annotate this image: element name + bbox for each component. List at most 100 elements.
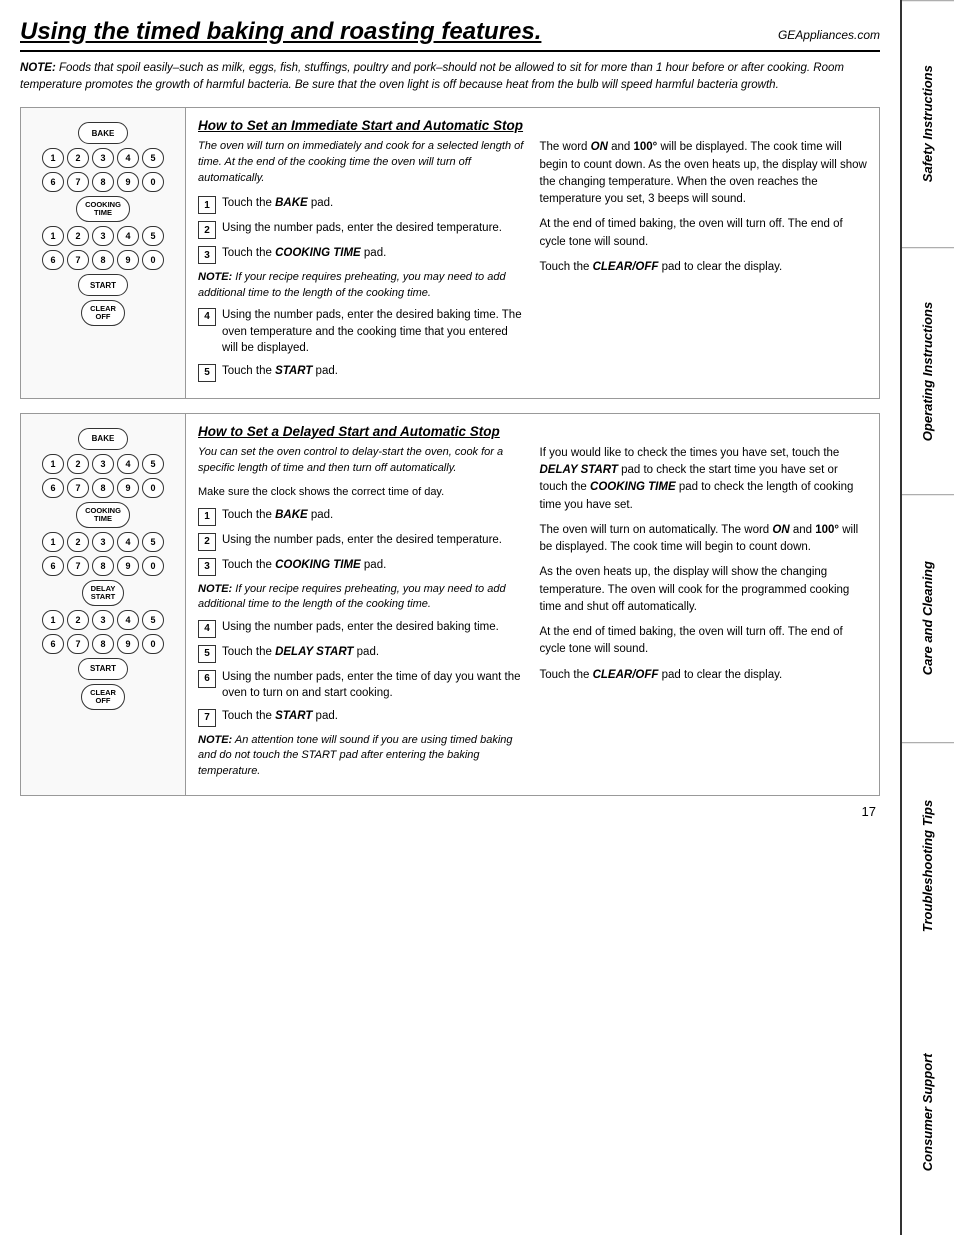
key-9[interactable]: 9 bbox=[117, 172, 139, 192]
key-row-3-bot: 6 7 8 9 0 bbox=[42, 478, 164, 498]
key-7e[interactable]: 7 bbox=[67, 634, 89, 654]
section2-right-p5: Touch the CLEAR/OFF pad to clear the dis… bbox=[540, 667, 868, 684]
key-8d[interactable]: 8 bbox=[92, 556, 114, 576]
sidebar-item-safety[interactable]: Safety Instructions bbox=[902, 0, 954, 247]
cooking-time-key-1[interactable]: COOKING TIME bbox=[76, 196, 130, 222]
section2-right-p2: The oven will turn on automatically. The… bbox=[540, 522, 868, 557]
key-0b[interactable]: 0 bbox=[142, 250, 164, 270]
key-9d[interactable]: 9 bbox=[117, 556, 139, 576]
section2-left: You can set the oven control to delay-st… bbox=[198, 445, 526, 785]
sidebar-item-operating[interactable]: Operating Instructions bbox=[902, 247, 954, 494]
bake-key-2[interactable]: BAKE bbox=[78, 428, 128, 450]
keypad-panel-2: BAKE 1 2 3 4 5 6 7 8 9 0 COOKING TIME bbox=[21, 414, 186, 795]
key-1d[interactable]: 1 bbox=[42, 532, 64, 552]
bake-key-1[interactable]: BAKE bbox=[78, 122, 128, 144]
key-5b[interactable]: 5 bbox=[142, 226, 164, 246]
key-0e[interactable]: 0 bbox=[142, 634, 164, 654]
key-1b[interactable]: 1 bbox=[42, 226, 64, 246]
step-text-2-2: Using the number pads, enter the desired… bbox=[222, 532, 502, 549]
step-num-1-2: 2 bbox=[198, 221, 216, 239]
note-text: Foods that spoil easily–such as milk, eg… bbox=[20, 62, 844, 91]
delay-start-key[interactable]: DELAY START bbox=[82, 580, 125, 606]
key-8e[interactable]: 8 bbox=[92, 634, 114, 654]
section1-intro: The oven will turn on immediately and co… bbox=[198, 139, 526, 187]
key-7[interactable]: 7 bbox=[67, 172, 89, 192]
key-3d[interactable]: 3 bbox=[92, 532, 114, 552]
section2-note-mid: NOTE: If your recipe requires preheating… bbox=[198, 582, 526, 613]
key-row-3-top: 1 2 3 4 5 bbox=[42, 454, 164, 474]
start-key-1[interactable]: START bbox=[78, 274, 128, 296]
key-4b[interactable]: 4 bbox=[117, 226, 139, 246]
key-5d[interactable]: 5 bbox=[142, 532, 164, 552]
clear-off-key-2[interactable]: CLEAR OFF bbox=[81, 684, 125, 710]
page-header: Using the timed baking and roasting feat… bbox=[20, 18, 880, 52]
key-6[interactable]: 6 bbox=[42, 172, 64, 192]
key-4[interactable]: 4 bbox=[117, 148, 139, 168]
key-3c[interactable]: 3 bbox=[92, 454, 114, 474]
key-row-1-bot: 6 7 8 9 0 bbox=[42, 172, 164, 192]
key-7b[interactable]: 7 bbox=[67, 250, 89, 270]
key-6b[interactable]: 6 bbox=[42, 250, 64, 270]
key-1[interactable]: 1 bbox=[42, 148, 64, 168]
key-2d[interactable]: 2 bbox=[67, 532, 89, 552]
section1-right-p1: The word ON and 100° will be displayed. … bbox=[540, 139, 868, 208]
key-2b[interactable]: 2 bbox=[67, 226, 89, 246]
key-row-5-top: 1 2 3 4 5 bbox=[42, 610, 164, 630]
key-0c[interactable]: 0 bbox=[142, 478, 164, 498]
key-2c[interactable]: 2 bbox=[67, 454, 89, 474]
key-8[interactable]: 8 bbox=[92, 172, 114, 192]
section2-intro2: Make sure the clock shows the correct ti… bbox=[198, 485, 526, 501]
key-0[interactable]: 0 bbox=[142, 172, 164, 192]
section2-right-p4: At the end of timed baking, the oven wil… bbox=[540, 624, 868, 659]
keypad-panel-1: BAKE 1 2 3 4 5 6 7 8 9 0 COOKING TIME bbox=[21, 108, 186, 398]
key-6e[interactable]: 6 bbox=[42, 634, 64, 654]
key-3e[interactable]: 3 bbox=[92, 610, 114, 630]
instructions-panel-1: How to Set an Immediate Start and Automa… bbox=[186, 108, 879, 398]
key-2[interactable]: 2 bbox=[67, 148, 89, 168]
key-2e[interactable]: 2 bbox=[67, 610, 89, 630]
step-2-6: 6 Using the number pads, enter the time … bbox=[198, 669, 526, 702]
key-3b[interactable]: 3 bbox=[92, 226, 114, 246]
key-7c[interactable]: 7 bbox=[67, 478, 89, 498]
step-2-4: 4 Using the number pads, enter the desir… bbox=[198, 619, 526, 638]
step-num-2-5: 5 bbox=[198, 645, 216, 663]
key-4e[interactable]: 4 bbox=[117, 610, 139, 630]
key-4c[interactable]: 4 bbox=[117, 454, 139, 474]
sidebar-item-care[interactable]: Care and Cleaning bbox=[902, 494, 954, 741]
key-row-4-bot: 6 7 8 9 0 bbox=[42, 556, 164, 576]
sidebar-item-troubleshooting[interactable]: Troubleshooting Tips bbox=[902, 742, 954, 989]
section-delayed-start: BAKE 1 2 3 4 5 6 7 8 9 0 COOKING TIME bbox=[20, 413, 880, 796]
step-text-1-1: Touch the BAKE pad. bbox=[222, 195, 333, 212]
key-9c[interactable]: 9 bbox=[117, 478, 139, 498]
key-3[interactable]: 3 bbox=[92, 148, 114, 168]
start-key-2[interactable]: START bbox=[78, 658, 128, 680]
step-num-2-4: 4 bbox=[198, 620, 216, 638]
key-5e[interactable]: 5 bbox=[142, 610, 164, 630]
sidebar: Safety Instructions Operating Instructio… bbox=[902, 0, 954, 1235]
section1-right-p3: Touch the CLEAR/OFF pad to clear the dis… bbox=[540, 259, 868, 276]
key-0d[interactable]: 0 bbox=[142, 556, 164, 576]
page-title: Using the timed baking and roasting feat… bbox=[20, 18, 541, 46]
key-9e[interactable]: 9 bbox=[117, 634, 139, 654]
key-5[interactable]: 5 bbox=[142, 148, 164, 168]
key-8c[interactable]: 8 bbox=[92, 478, 114, 498]
key-7d[interactable]: 7 bbox=[67, 556, 89, 576]
step-num-1-1: 1 bbox=[198, 196, 216, 214]
cooking-time-key-2[interactable]: COOKING TIME bbox=[76, 502, 130, 528]
key-row-4-top: 1 2 3 4 5 bbox=[42, 532, 164, 552]
key-9b[interactable]: 9 bbox=[117, 250, 139, 270]
key-6d[interactable]: 6 bbox=[42, 556, 64, 576]
section1-left: The oven will turn on immediately and co… bbox=[198, 139, 526, 388]
key-5c[interactable]: 5 bbox=[142, 454, 164, 474]
sidebar-item-consumer[interactable]: Consumer Support bbox=[902, 989, 954, 1235]
key-row-2-top: 1 2 3 4 5 bbox=[42, 226, 164, 246]
section1-right: The word ON and 100° will be displayed. … bbox=[540, 139, 868, 388]
key-8b[interactable]: 8 bbox=[92, 250, 114, 270]
step-text-2-6: Using the number pads, enter the time of… bbox=[222, 669, 526, 702]
key-1c[interactable]: 1 bbox=[42, 454, 64, 474]
key-6c[interactable]: 6 bbox=[42, 478, 64, 498]
step-num-1-4: 4 bbox=[198, 308, 216, 326]
key-1e[interactable]: 1 bbox=[42, 610, 64, 630]
clear-off-key-1[interactable]: CLEAR OFF bbox=[81, 300, 125, 326]
key-4d[interactable]: 4 bbox=[117, 532, 139, 552]
